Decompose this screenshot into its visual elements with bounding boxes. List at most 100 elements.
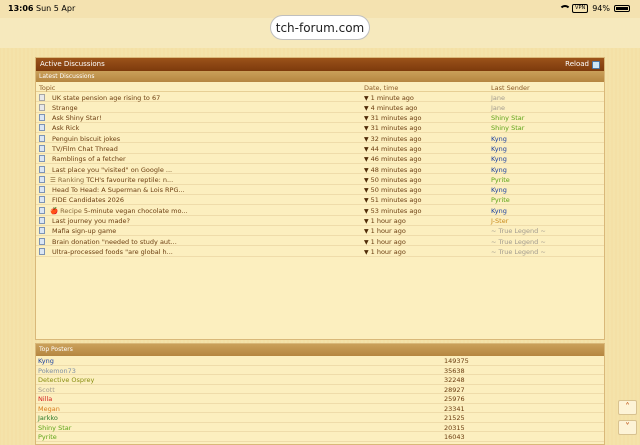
poster-count: 32248	[444, 376, 465, 384]
topic-link[interactable]: Head To Head: A Superman & Lois RPG...	[50, 186, 185, 194]
post-time[interactable]: ▼ 50 minutes ago	[364, 186, 421, 194]
post-time[interactable]: ▼ 50 minutes ago	[364, 176, 421, 184]
topic-title: Mafia sign-up game	[52, 227, 117, 236]
column-topic[interactable]: Topic	[39, 84, 55, 92]
table-row[interactable]: Brain donation "needed to study aut... ▼ 1…	[36, 236, 604, 247]
post-time[interactable]: ▼ 1 minute ago	[364, 94, 414, 102]
last-sender[interactable]: Shiny Star	[491, 114, 524, 122]
topic-link[interactable]: Brain donation "needed to study aut...	[50, 238, 177, 246]
triangle-down-icon: ▼	[364, 228, 369, 236]
last-sender[interactable]: Jane	[491, 94, 505, 102]
last-sender[interactable]: Kyng	[491, 166, 507, 174]
table-row[interactable]: Ask Shiny Star! ▼ 31 minutes ago Shiny Star	[36, 113, 604, 123]
topic-link[interactable]: FIDE Candidates 2026	[50, 196, 124, 204]
last-sender[interactable]: Shiny Star	[491, 124, 524, 132]
poster-count: 35638	[444, 366, 465, 375]
post-time[interactable]: ▼ 53 minutes ago	[364, 207, 421, 215]
topic-icon	[39, 206, 45, 214]
column-time[interactable]: Date, time	[364, 84, 398, 92]
poster-name[interactable]: Detective Osprey	[38, 376, 94, 384]
poster-name[interactable]: Jarkko	[38, 414, 58, 422]
post-time-text: 53 minutes ago	[370, 206, 422, 215]
last-sender[interactable]: Kyng	[491, 186, 507, 194]
post-time[interactable]: ▼ 44 minutes ago	[364, 145, 421, 153]
list-item: Detective Osprey 32248	[36, 375, 604, 385]
table-row[interactable]: TV/Film Chat Thread ▼ 44 minutes ago Kyng	[36, 143, 604, 154]
post-time[interactable]: ▼ 51 minutes ago	[364, 196, 421, 204]
topic-icon	[39, 144, 45, 152]
table-row[interactable]: Ultra-processed foods "are global h... ▼ 1…	[36, 246, 604, 257]
post-time[interactable]: ▼ 1 hour ago	[364, 217, 406, 225]
table-row[interactable]: Ask Rick ▼ 31 minutes ago Shiny Star	[36, 123, 604, 134]
topic-link[interactable]: Ramblings of a fetcher	[50, 155, 126, 163]
last-sender[interactable]: Kyng	[491, 155, 507, 163]
post-time[interactable]: ▼ 1 hour ago	[364, 248, 406, 256]
topic-link[interactable]: UK state pension age rising to 67	[50, 94, 160, 102]
table-row[interactable]: FIDE Candidates 2026 ▼ 51 minutes ago Pyrit…	[36, 195, 604, 206]
table-row[interactable]: Strange ▼ 4 minutes ago Jane	[36, 102, 604, 113]
topic-link[interactable]: ☰ Ranking TCH's favourite reptile: n...	[50, 176, 173, 184]
topic-link[interactable]: Strange	[50, 104, 78, 112]
last-sender[interactable]: Kyng	[491, 145, 507, 153]
table-row[interactable]: Penguin biscuit jokes ▼ 32 minutes ago Kyng	[36, 133, 604, 144]
list-item: Shiny Star 20315	[36, 423, 604, 432]
poster-name[interactable]: Shiny Star	[38, 424, 71, 432]
list-item: Pokemon73 35638	[36, 366, 604, 375]
topic-link[interactable]: 🍎 Recipe 5-minute vegan chocolate mo...	[50, 207, 188, 215]
post-time[interactable]: ▼ 31 minutes ago	[364, 124, 421, 132]
last-sender[interactable]: J-Ster	[491, 217, 508, 225]
post-time-text: 1 hour ago	[370, 247, 406, 256]
table-row[interactable]: Mafia sign-up game ▼ 1 hour ago ~ True Lege…	[36, 226, 604, 237]
table-row[interactable]: UK state pension age rising to 67 ▼ 1 minu…	[36, 92, 604, 103]
poster-count: 25976	[444, 395, 465, 403]
topic-link[interactable]: Penguin biscuit jokes	[50, 135, 120, 143]
topic-link[interactable]: Last place you "visited" on Google ...	[50, 166, 172, 174]
poster-name[interactable]: Nilla	[38, 395, 52, 403]
triangle-down-icon: ▼	[364, 187, 369, 195]
post-time[interactable]: ▼ 46 minutes ago	[364, 155, 421, 163]
poster-name[interactable]: Pyrite	[38, 433, 57, 441]
post-time[interactable]: ▼ 31 minutes ago	[364, 114, 421, 122]
topic-link[interactable]: Last journey you made?	[50, 217, 130, 225]
reload-button[interactable]: Reload	[565, 58, 600, 71]
last-sender[interactable]: ~ True Legend ~	[491, 248, 546, 256]
table-row[interactable]: 🍎 Recipe 5-minute vegan chocolate mo... ▼ 5…	[36, 205, 604, 216]
topic-link[interactable]: Ultra-processed foods "are global h...	[50, 248, 173, 256]
topic-link[interactable]: Mafia sign-up game	[50, 227, 116, 235]
post-time[interactable]: ▼ 48 minutes ago	[364, 166, 421, 174]
poster-name[interactable]: Kyng	[38, 357, 54, 365]
post-time[interactable]: ▼ 1 hour ago	[364, 227, 406, 235]
column-sender[interactable]: Last Sender	[491, 84, 530, 92]
last-sender[interactable]: Pyrite	[491, 196, 510, 204]
table-row[interactable]: Last place you "visited" on Google ... ▼ 4…	[36, 164, 604, 175]
poster-name[interactable]: Pokemon73	[38, 367, 76, 375]
topic-link[interactable]: TV/Film Chat Thread	[50, 145, 118, 153]
post-time[interactable]: ▼ 4 minutes ago	[364, 104, 417, 112]
poster-name[interactable]: Scott	[38, 386, 55, 394]
last-sender[interactable]: Kyng	[491, 135, 507, 143]
latest-discussions-subheader: Latest Discussions	[36, 71, 604, 82]
topic-icon	[39, 227, 45, 235]
topic-link[interactable]: Ask Shiny Star!	[50, 114, 102, 122]
topic-icon	[39, 247, 45, 255]
topic-tag: ☰ Ranking	[50, 175, 85, 184]
topic-icon	[39, 186, 45, 194]
last-sender[interactable]: Pyrite	[491, 176, 510, 184]
last-sender[interactable]: Jane	[491, 104, 505, 112]
last-sender[interactable]: ~ True Legend ~	[491, 238, 546, 246]
last-sender[interactable]: ~ True Legend ~	[491, 227, 546, 235]
address-bar[interactable]: tch-forum.com	[270, 15, 370, 40]
table-row[interactable]: ☰ Ranking TCH's favourite reptile: n... ▼ 5…	[36, 174, 604, 185]
post-time[interactable]: ▼ 1 hour ago	[364, 238, 406, 246]
scroll-down-button[interactable]: ˅	[618, 420, 637, 435]
post-time[interactable]: ▼ 32 minutes ago	[364, 135, 421, 143]
scroll-up-button[interactable]: ˄	[618, 400, 637, 415]
topic-link[interactable]: Ask Rick	[50, 124, 79, 132]
poster-name[interactable]: Megan	[38, 405, 60, 413]
topic-icon	[39, 155, 45, 163]
table-row[interactable]: Last journey you made? ▼ 1 hour ago J-Ster	[36, 216, 604, 226]
last-sender[interactable]: Kyng	[491, 207, 507, 215]
table-row[interactable]: Ramblings of a fetcher ▼ 46 minutes ago Kyn…	[36, 154, 604, 165]
triangle-down-icon: ▼	[364, 238, 369, 246]
table-row[interactable]: Head To Head: A Superman & Lois RPG... ▼ 5…	[36, 185, 604, 195]
